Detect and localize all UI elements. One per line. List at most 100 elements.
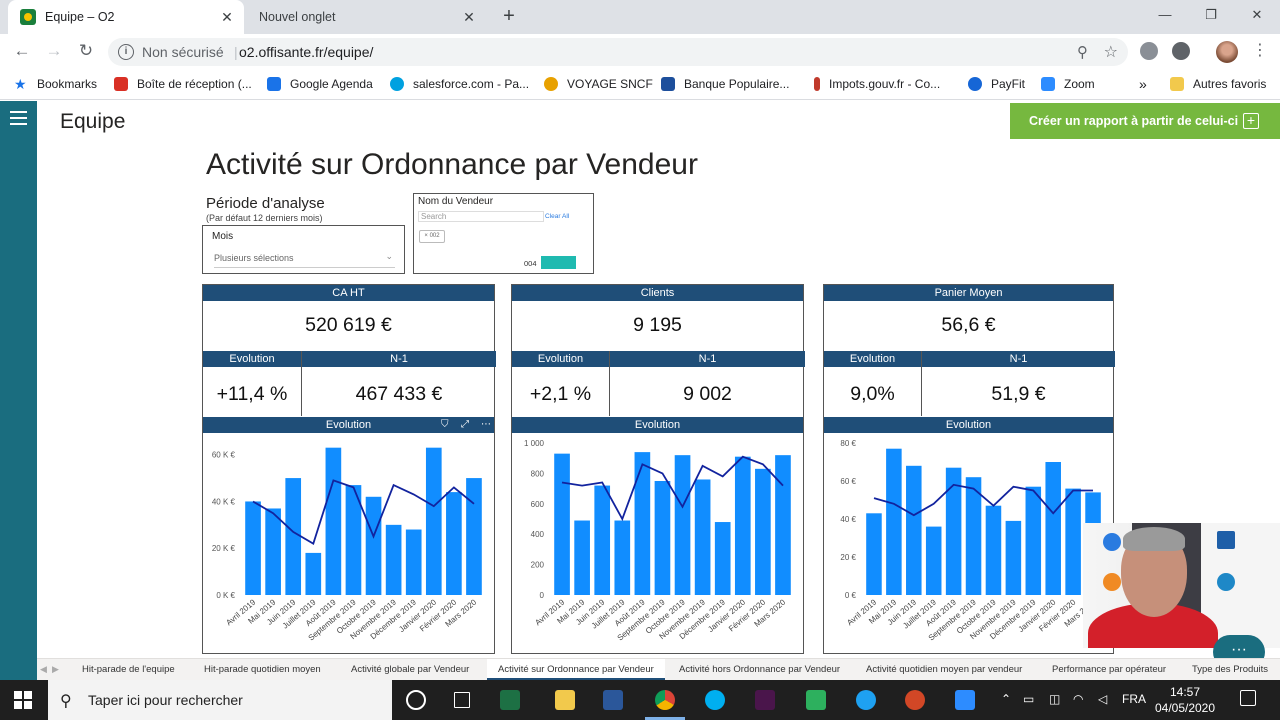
bar bbox=[965, 477, 982, 595]
page-title: Equipe bbox=[60, 110, 126, 133]
filter-icon[interactable]: ⛉ bbox=[441, 419, 449, 430]
y-tick-label: 20 K € bbox=[212, 544, 236, 553]
evolution-chart[interactable]: 0 K €20 K €40 K €60 K €Avril 2019Mai 201… bbox=[203, 433, 496, 653]
bar bbox=[985, 505, 1002, 595]
file-explorer-icon[interactable] bbox=[555, 690, 575, 710]
mois-dropdown[interactable]: Plusieurs sélections ⌄ bbox=[214, 251, 395, 268]
evernote-icon[interactable] bbox=[806, 690, 826, 710]
bookmark-item[interactable]: salesforce.com - Pa... bbox=[390, 70, 529, 98]
n1-value: 51,9 € bbox=[991, 383, 1046, 405]
create-report-button[interactable]: Créer un rapport à partir de celui-ci + bbox=[1010, 103, 1280, 139]
bookmark-item[interactable]: Boîte de réception (... bbox=[114, 70, 252, 98]
profile-avatar[interactable] bbox=[1216, 41, 1238, 63]
taskbar-search-input[interactable]: ⚲ Taper ici pour rechercher bbox=[48, 680, 392, 720]
windows-start-icon[interactable] bbox=[14, 691, 32, 709]
bookmark-item[interactable]: Google Agenda bbox=[267, 70, 373, 98]
bookmark-star-icon[interactable]: ☆ bbox=[1104, 42, 1118, 62]
zoom-icon[interactable]: ⚲ bbox=[1077, 43, 1088, 61]
new-tab-plus-icon[interactable]: + bbox=[498, 6, 520, 28]
bookmark-item[interactable]: Autres favoris bbox=[1170, 70, 1266, 98]
tab-activite-ordonnance[interactable]: Activité sur Ordonnance par Vendeur bbox=[487, 659, 665, 680]
word-icon[interactable] bbox=[603, 690, 623, 710]
chrome-icon[interactable] bbox=[655, 690, 675, 710]
internet-explorer-icon[interactable] bbox=[856, 690, 876, 710]
excel-icon[interactable] bbox=[500, 690, 520, 710]
bar bbox=[325, 447, 342, 595]
bar bbox=[285, 478, 302, 595]
focus-mode-icon[interactable]: ⤢ bbox=[461, 419, 469, 430]
volume-icon[interactable]: ◁ bbox=[1098, 692, 1107, 706]
bar bbox=[1045, 462, 1061, 595]
tab-scroll-left-icon[interactable]: ◀ bbox=[40, 659, 47, 680]
y-tick-label: 20 € bbox=[840, 553, 856, 562]
more-bookmarks-button[interactable]: » bbox=[1139, 70, 1147, 98]
bookmark-item[interactable]: Zoom bbox=[1041, 70, 1095, 98]
reload-icon[interactable]: ↻ bbox=[74, 40, 98, 64]
kpi-panel-clients: Clients 9 195 Evolution N-1 +2,1 % 9 002… bbox=[511, 284, 805, 654]
bookmark-item[interactable]: Banque Populaire... bbox=[661, 70, 789, 98]
browser-tab-active[interactable]: Equipe – O2 ✕ bbox=[8, 0, 244, 34]
tab-close-icon[interactable]: ✕ bbox=[218, 9, 236, 26]
evolution-chart[interactable]: 02004006008001 000Avril 2019Mai 2019Juin… bbox=[512, 433, 805, 653]
restore-icon[interactable]: ❐ bbox=[1188, 0, 1234, 30]
salesforce-icon bbox=[390, 77, 404, 91]
tab-activite-quotidien[interactable]: Activité quotidien moyen par vendeur bbox=[866, 659, 1022, 680]
forward-arrow-icon[interactable]: → bbox=[42, 40, 66, 64]
evolution-value: +11,4 % bbox=[216, 383, 288, 405]
tab-close-icon[interactable]: ✕ bbox=[460, 9, 478, 26]
hamburger-menu-icon[interactable] bbox=[10, 111, 27, 125]
skype-extension-icon[interactable] bbox=[1140, 42, 1158, 60]
taskbar-clock[interactable]: 14:57 04/05/2020 bbox=[1150, 684, 1220, 716]
mois-slicer[interactable]: Mois Plusieurs sélections ⌄ bbox=[202, 225, 405, 274]
zoom-taskbar-icon[interactable] bbox=[955, 690, 975, 710]
window-close-icon[interactable]: ✕ bbox=[1234, 0, 1280, 30]
back-arrow-icon[interactable]: ← bbox=[10, 40, 34, 64]
evolution-header: Evolution bbox=[203, 351, 301, 367]
minimize-icon[interactable]: — bbox=[1142, 0, 1188, 30]
info-icon[interactable]: i bbox=[118, 44, 134, 60]
bookmark-item[interactable]: PayFit bbox=[968, 70, 1025, 98]
address-bar[interactable]: i Non sécurisé | o2.offisante.fr/equipe/… bbox=[108, 38, 1128, 66]
clear-all-link[interactable]: Clear All bbox=[545, 213, 569, 220]
tab-type-produits[interactable]: Type des Produits bbox=[1192, 659, 1268, 680]
tray-chevron-icon[interactable]: ⌃ bbox=[1001, 692, 1011, 706]
evolution-chart[interactable]: 0 €20 €40 €60 €80 €Avril 2019Mai 2019Jui… bbox=[824, 433, 1115, 653]
task-view-icon[interactable] bbox=[454, 692, 470, 708]
skype-icon[interactable] bbox=[705, 690, 725, 710]
browser-tab-new[interactable]: Nouvel onglet ✕ bbox=[246, 0, 486, 34]
tab-performance-operateur[interactable]: Performance par opérateur bbox=[1052, 659, 1166, 680]
tab-hit-parade[interactable]: Hit-parade de l'equipe bbox=[82, 659, 175, 680]
y-tick-label: 60 € bbox=[840, 477, 856, 486]
browser-menu-icon[interactable]: ⋮ bbox=[1252, 42, 1268, 60]
evolution-header: Evolution bbox=[824, 351, 921, 367]
slack-icon[interactable] bbox=[755, 690, 775, 710]
tab-activite-globale[interactable]: Activité globale par Vendeur bbox=[351, 659, 469, 680]
tab-hit-parade-quotidien[interactable]: Hit-parade quotidien moyen bbox=[204, 659, 321, 680]
tab-title: Equipe – O2 bbox=[45, 10, 115, 24]
more-options-icon[interactable]: ⋯ bbox=[481, 419, 491, 430]
bookmark-item[interactable]: VOYAGE SNCF bbox=[544, 70, 653, 98]
tab-activite-hors-ordonnance[interactable]: Activité hors Ordonnance par Vendeur bbox=[679, 659, 840, 680]
vendeur-value-bar[interactable] bbox=[541, 256, 576, 269]
url-text[interactable]: o2.offisante.fr/equipe/ bbox=[239, 44, 373, 60]
tab-scroll-right-icon[interactable]: ▶ bbox=[52, 659, 59, 680]
plus-icon: + bbox=[1243, 113, 1259, 129]
kpi-title: Panier Moyen bbox=[824, 285, 1113, 301]
bookmark-item[interactable]: ★ Bookmarks bbox=[14, 70, 97, 98]
battery-icon[interactable]: ▭ bbox=[1023, 692, 1034, 706]
powerpoint-icon[interactable] bbox=[905, 690, 925, 710]
y-tick-label: 60 K € bbox=[212, 451, 236, 460]
extension-icon[interactable] bbox=[1172, 42, 1190, 60]
cortana-icon[interactable] bbox=[406, 690, 426, 710]
vendeur-slicer[interactable]: Nom du Vendeur Search Clear All × 002 00… bbox=[413, 193, 594, 274]
network-icon[interactable]: ◫ bbox=[1049, 692, 1060, 706]
bookmark-item[interactable]: Impots.gouv.fr - Co... bbox=[814, 70, 940, 98]
y-tick-label: 800 bbox=[531, 469, 545, 478]
y-tick-label: 0 K € bbox=[216, 591, 235, 600]
vendeur-chip[interactable]: × 002 bbox=[419, 230, 445, 243]
notification-center-icon[interactable] bbox=[1240, 690, 1256, 706]
vendeur-search-input[interactable]: Search bbox=[418, 211, 544, 222]
y-tick-label: 0 € bbox=[845, 591, 857, 600]
wifi-icon[interactable]: ◠ bbox=[1073, 692, 1083, 706]
language-indicator[interactable]: FRA bbox=[1122, 692, 1146, 706]
